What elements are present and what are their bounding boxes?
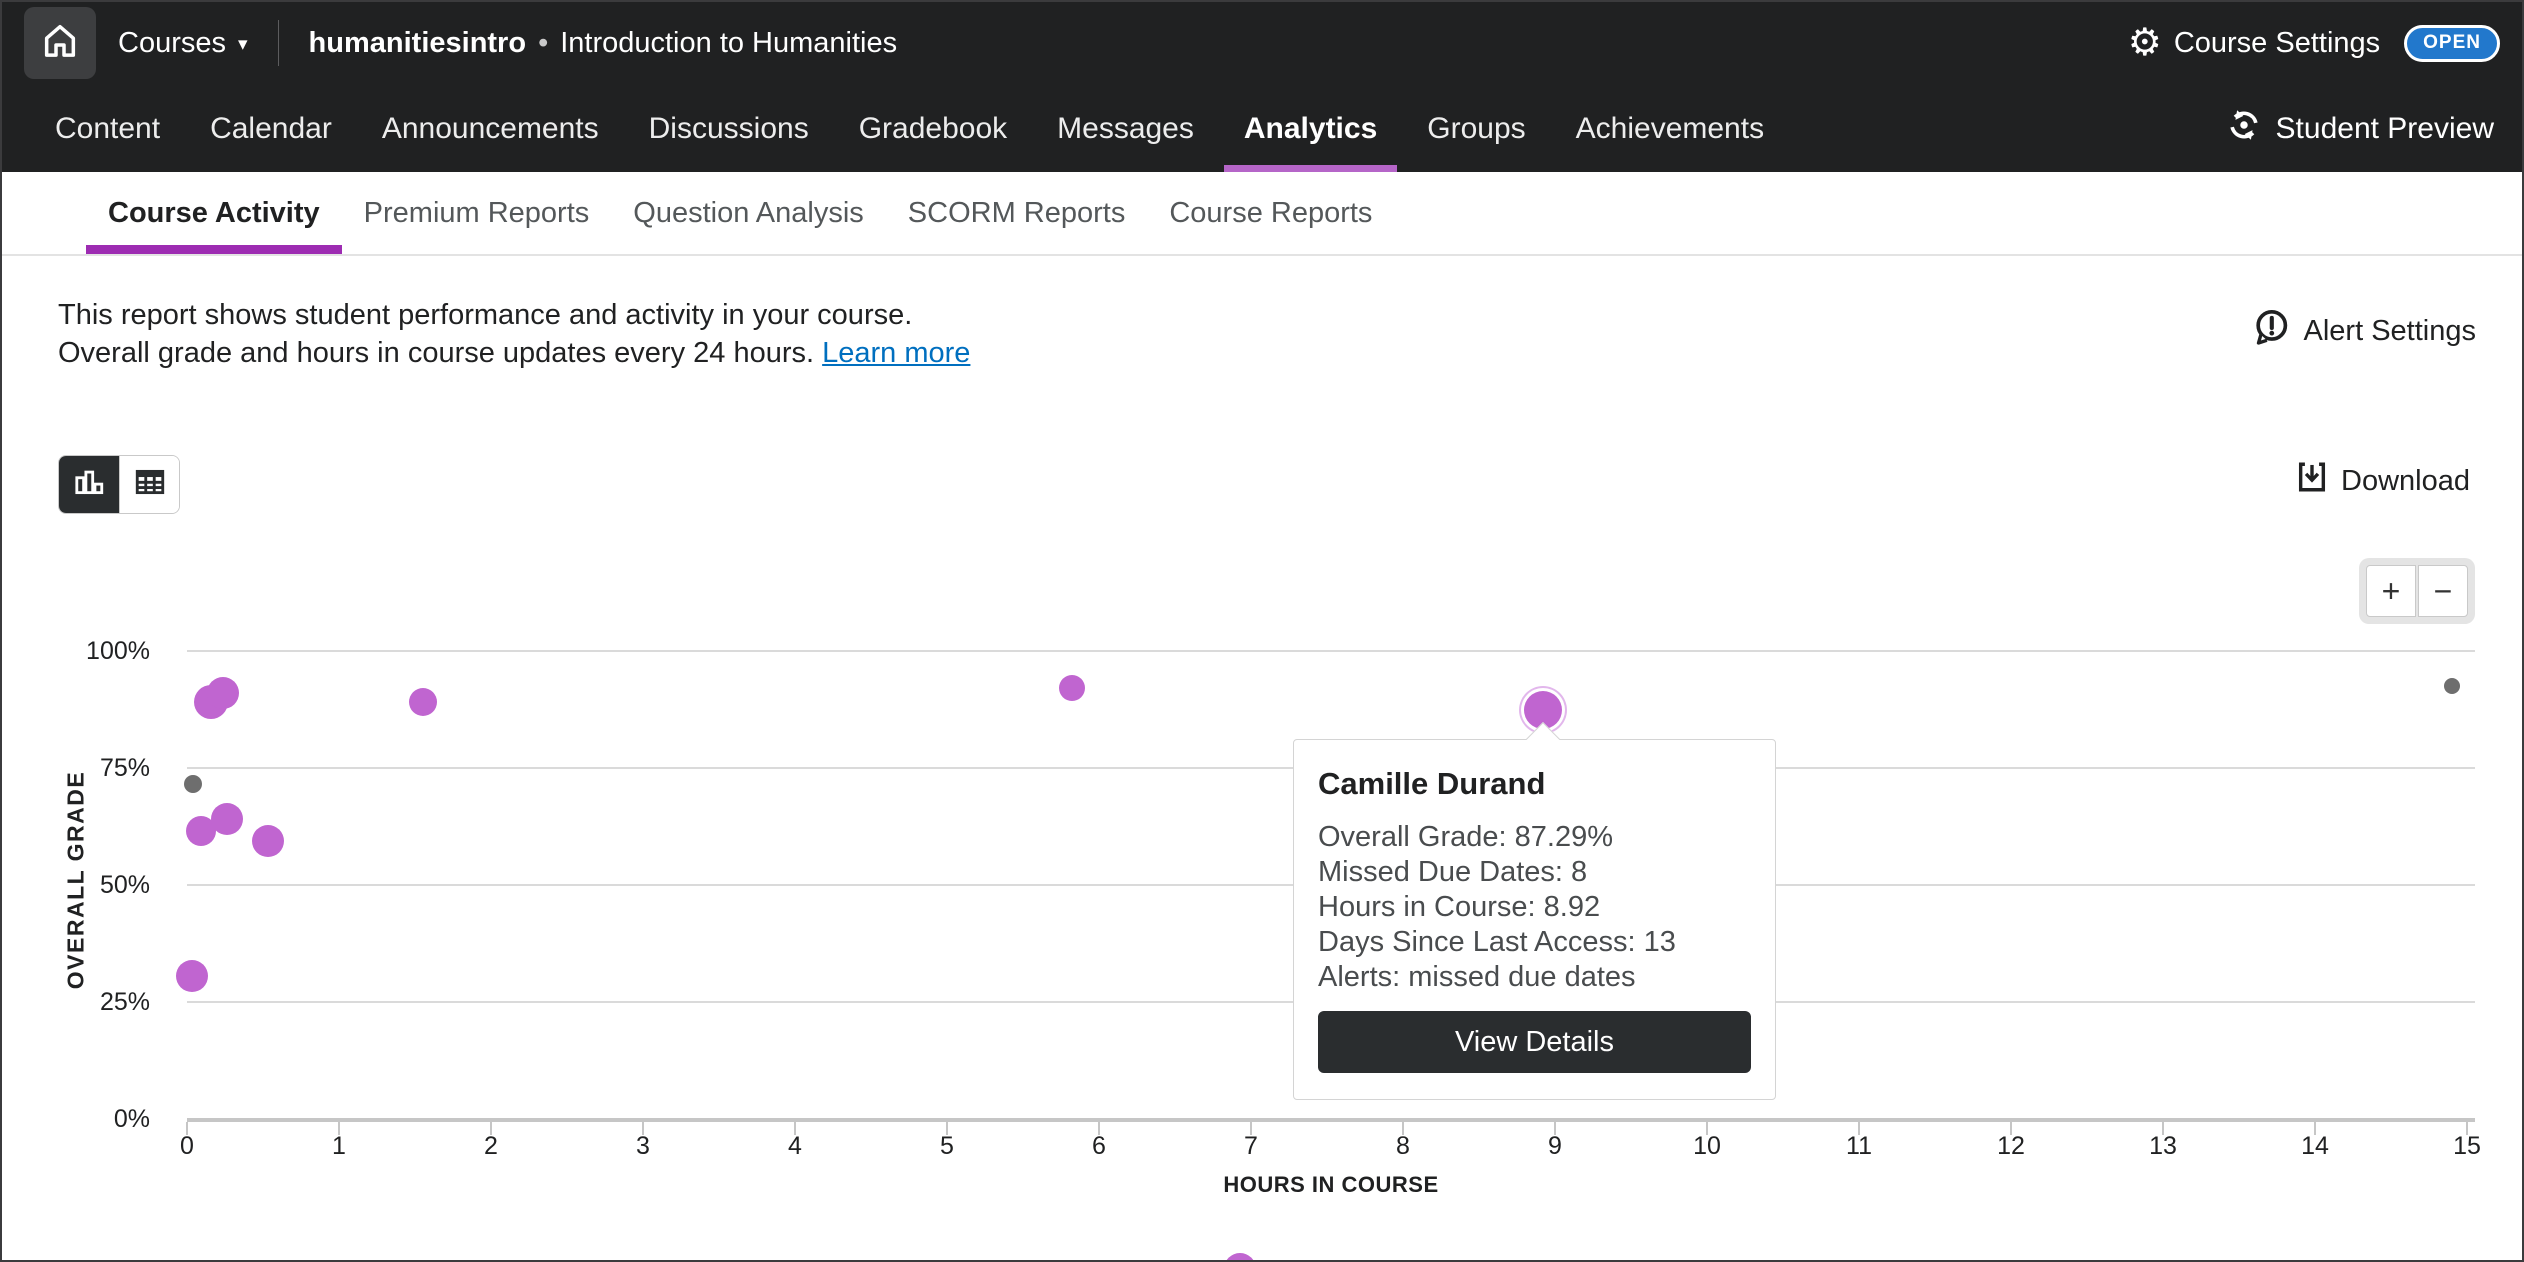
alert-settings-button[interactable]: Alert Settings <box>2252 308 2476 354</box>
gear-icon: ⚙ <box>2128 24 2162 62</box>
download-button[interactable]: Download <box>2295 460 2470 502</box>
nav-tab-content[interactable]: Content <box>35 86 180 172</box>
student-preview-label: Student Preview <box>2276 112 2494 146</box>
report-description: This report shows student performance an… <box>58 296 970 372</box>
y-tick-label: 0% <box>40 1104 150 1134</box>
subtab-course-activity[interactable]: Course Activity <box>86 172 342 254</box>
subtab-course-reports[interactable]: Course Reports <box>1147 172 1394 254</box>
data-point[interactable] <box>184 775 202 793</box>
nav-tab-groups[interactable]: Groups <box>1407 86 1545 172</box>
x-tick-label: 3 <box>613 1132 673 1161</box>
home-icon <box>40 21 80 66</box>
report-description-line2: Overall grade and hours in course update… <box>58 337 814 369</box>
x-tick-label: 13 <box>2133 1132 2193 1161</box>
data-point[interactable] <box>1059 675 1085 701</box>
course-code: humanitiesintro <box>309 27 527 60</box>
x-tick-label: 14 <box>2285 1132 2345 1161</box>
courses-dropdown[interactable]: Courses ▾ <box>118 27 248 60</box>
data-point[interactable] <box>207 677 239 709</box>
x-axis-label: HOURS IN COURSE <box>1223 1172 1438 1198</box>
x-tick-label: 9 <box>1525 1132 1585 1161</box>
subtab-question-analysis[interactable]: Question Analysis <box>611 172 886 254</box>
tooltip-overall-grade: Overall Grade: 87.29% <box>1318 820 1751 855</box>
caret-down-icon: ▾ <box>238 33 248 56</box>
alert-icon <box>2252 308 2290 354</box>
nav-tab-achievements[interactable]: Achievements <box>1556 86 1784 172</box>
course-settings-label: Course Settings <box>2174 27 2380 60</box>
y-tick-label: 100% <box>40 636 150 666</box>
tooltip-days-since-access: Days Since Last Access: 13 <box>1318 925 1751 960</box>
student-tooltip: Camille Durand Overall Grade: 87.29% Mis… <box>1293 739 1776 1100</box>
y-tick-label: 50% <box>40 870 150 900</box>
y-tick-label: 75% <box>40 753 150 783</box>
download-label: Download <box>2341 465 2470 498</box>
analytics-subnav: Course Activity Premium Reports Question… <box>0 172 2524 256</box>
tooltip-alerts: Alerts: missed due dates <box>1318 960 1751 995</box>
bar-chart-icon <box>72 465 106 504</box>
report-description-line1: This report shows student performance an… <box>58 296 970 334</box>
student-preview-icon <box>2226 107 2262 151</box>
nav-tab-gradebook[interactable]: Gradebook <box>839 86 1027 172</box>
tooltip-hours-in-course: Hours in Course: 8.92 <box>1318 890 1751 925</box>
nav-tab-announcements[interactable]: Announcements <box>362 86 619 172</box>
scatter-chart: OVERALL GRADE HOURS IN COURSE 100%75%50%… <box>0 560 2524 1262</box>
x-tick-label: 7 <box>1221 1132 1281 1161</box>
download-icon <box>2295 460 2329 502</box>
subtab-premium-reports[interactable]: Premium Reports <box>342 172 612 254</box>
view-toggle <box>58 455 180 514</box>
table-view-button[interactable] <box>119 456 179 513</box>
alert-settings-label: Alert Settings <box>2304 315 2476 348</box>
courses-label: Courses <box>118 27 226 60</box>
x-tick-label: 0 <box>157 1132 217 1161</box>
gridline <box>187 1118 2475 1122</box>
x-tick-label: 6 <box>1069 1132 1129 1161</box>
x-tick-label: 4 <box>765 1132 825 1161</box>
tooltip-student-name: Camille Durand <box>1318 766 1751 802</box>
course-separator: • <box>538 27 548 60</box>
data-point[interactable] <box>2444 678 2460 694</box>
zoom-in-button[interactable]: + <box>2366 565 2416 617</box>
subtab-scorm-reports[interactable]: SCORM Reports <box>886 172 1148 254</box>
data-point[interactable] <box>211 803 243 835</box>
course-nav: Content Calendar Announcements Discussio… <box>0 86 2524 172</box>
home-button[interactable] <box>24 7 96 79</box>
divider <box>278 20 279 66</box>
open-status-badge[interactable]: OPEN <box>2404 25 2500 62</box>
chart-zoom-controls: + − <box>2359 558 2475 624</box>
nav-tab-analytics[interactable]: Analytics <box>1224 86 1397 172</box>
student-preview-button[interactable]: Student Preview <box>2226 107 2494 151</box>
nav-tab-discussions[interactable]: Discussions <box>629 86 829 172</box>
analytics-page: Courses ▾ humanitiesintro • Introduction… <box>0 0 2524 1262</box>
x-tick-label: 5 <box>917 1132 977 1161</box>
chart-view-button[interactable] <box>59 456 119 513</box>
zoom-out-button[interactable]: − <box>2418 565 2468 617</box>
top-bar: Courses ▾ humanitiesintro • Introduction… <box>0 0 2524 86</box>
nav-tab-calendar[interactable]: Calendar <box>190 86 352 172</box>
data-point[interactable] <box>176 960 208 992</box>
data-point[interactable] <box>409 688 437 716</box>
data-point[interactable] <box>252 825 284 857</box>
tooltip-missed-due-dates: Missed Due Dates: 8 <box>1318 855 1751 890</box>
x-tick-label: 15 <box>2437 1132 2497 1161</box>
tooltip-caret <box>1526 722 1560 756</box>
view-details-button[interactable]: View Details <box>1318 1011 1751 1073</box>
x-tick-label: 11 <box>1829 1132 1889 1161</box>
table-icon <box>133 465 167 504</box>
nav-tab-messages[interactable]: Messages <box>1037 86 1214 172</box>
x-tick-label: 10 <box>1677 1132 1737 1161</box>
course-title: Introduction to Humanities <box>560 27 897 60</box>
data-point[interactable] <box>1224 1253 1256 1262</box>
x-tick-label: 2 <box>461 1132 521 1161</box>
x-tick-label: 8 <box>1373 1132 1433 1161</box>
x-tick-label: 1 <box>309 1132 369 1161</box>
y-tick-label: 25% <box>40 987 150 1017</box>
x-tick-label: 12 <box>1981 1132 2041 1161</box>
course-settings-button[interactable]: ⚙ Course Settings <box>2128 24 2380 62</box>
learn-more-link[interactable]: Learn more <box>822 337 970 369</box>
gridline <box>187 650 2475 652</box>
